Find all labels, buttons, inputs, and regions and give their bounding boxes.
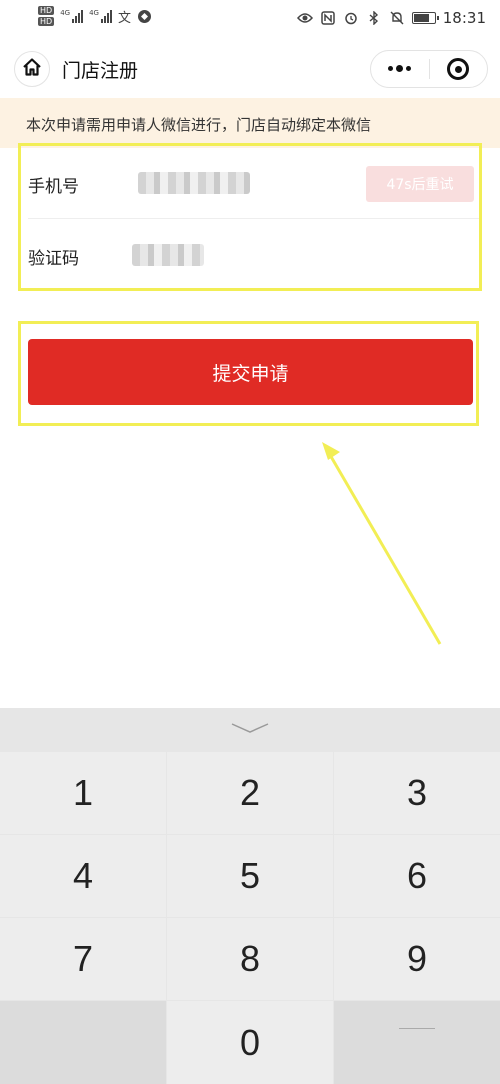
key-9[interactable]: 9 [334,918,500,1000]
numeric-keypad: 1 2 3 4 5 6 7 8 9 0 [0,708,500,1084]
key-3[interactable]: 3 [334,752,500,834]
key-1[interactable]: 1 [0,752,166,834]
status-left: HD HD 4G 4G 文 [38,6,153,26]
alarm-icon [343,10,359,26]
more-button[interactable] [371,51,429,87]
mute-icon [389,10,405,26]
hd-badges: HD HD [38,6,55,26]
key-4[interactable]: 4 [0,835,166,917]
translate-icon: 文 [117,10,131,26]
clock: 18:31 [442,9,486,27]
key-0[interactable]: 0 [167,1001,333,1084]
key-6[interactable]: 6 [334,835,500,917]
backspace-icon [399,1027,435,1030]
key-2[interactable]: 2 [167,752,333,834]
key-blank [0,1001,166,1084]
keypad-collapse[interactable] [0,708,500,750]
target-icon [447,58,470,80]
hd-badge: HD [38,17,55,26]
eye-icon [296,10,313,26]
resend-code-button[interactable]: 47s后重试 [366,166,474,202]
signal-icon: 4G [60,9,84,23]
registration-form: 手机号 47s后重试 验证码 [0,148,500,293]
sync-icon [137,8,153,24]
annotation-arrow [322,442,442,645]
battery-icon [411,12,439,24]
chevron-down-icon [230,720,270,739]
notice-text: 本次申请需用申请人微信进行，门店自动绑定本微信 [26,116,372,134]
signal-icon: 4G [89,9,112,23]
phone-input[interactable] [138,172,250,194]
home-icon [22,57,42,81]
home-button[interactable] [14,51,50,87]
key-8[interactable]: 8 [167,918,333,1000]
divider [28,218,482,219]
status-bar: HD HD 4G 4G 文 18:31 [0,0,500,40]
miniprogram-capsule [370,50,488,88]
status-right: 18:31 [296,9,486,27]
nav-bar: 门店注册 [0,40,500,96]
code-row: 验证码 [0,220,500,290]
notice-banner: 本次申请需用申请人微信进行，门店自动绑定本微信 [0,98,500,148]
more-dots-icon [388,65,412,72]
nfc-icon [320,10,336,26]
close-button[interactable] [430,51,488,87]
phone-row: 手机号 47s后重试 [0,148,500,219]
key-delete[interactable] [334,1001,500,1084]
key-7[interactable]: 7 [0,918,166,1000]
bluetooth-icon [366,10,382,26]
code-input[interactable] [132,244,204,266]
hd-badge: HD [38,6,55,15]
page-title: 门店注册 [62,60,139,82]
code-label: 验证码 [28,249,79,269]
key-5[interactable]: 5 [167,835,333,917]
submit-button[interactable]: 提交申请 [28,339,473,405]
phone-label: 手机号 [28,177,79,197]
